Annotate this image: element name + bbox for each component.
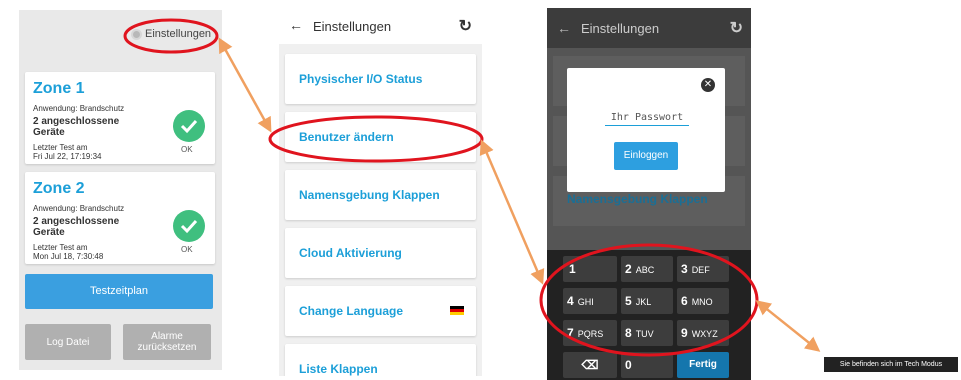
arrow-connector	[755, 300, 821, 352]
annotation-overlay	[123, 18, 821, 357]
highlight-ellipse	[123, 18, 219, 54]
arrow-connector	[479, 139, 545, 285]
highlight-ellipse	[539, 243, 759, 357]
tech-mode-toast: Sie befinden sich im Tech Modus	[824, 357, 958, 372]
highlight-ellipse	[268, 115, 484, 163]
arrow-connector	[218, 37, 272, 133]
